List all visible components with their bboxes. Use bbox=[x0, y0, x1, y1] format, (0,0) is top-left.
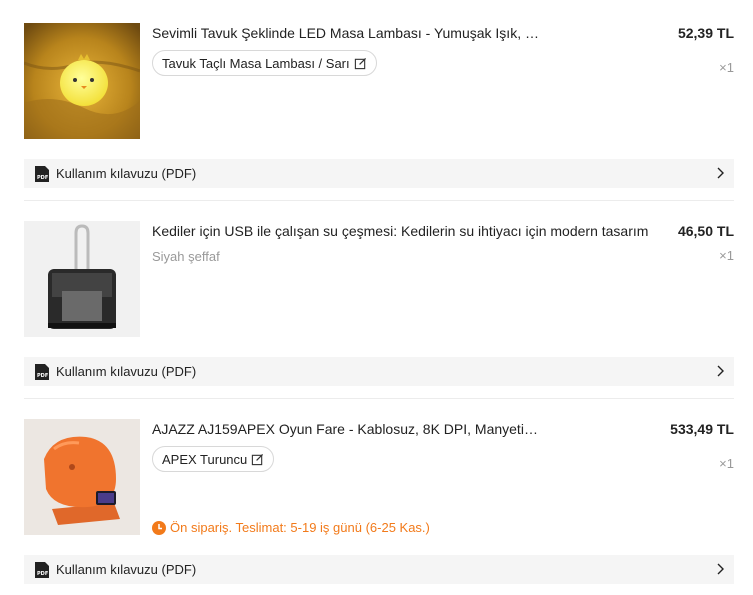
preorder-text: Ön sipariş. Teslimat: 5-19 iş günü (6-25… bbox=[170, 520, 430, 535]
svg-text:PDF: PDF bbox=[37, 175, 48, 181]
variant-label: Tavuk Taçlı Masa Lambası / Sarı bbox=[162, 55, 350, 71]
order-item: Kediler için USB ile çalışan su çeşmesi:… bbox=[24, 221, 734, 337]
user-manual-label: Kullanım kılavuzu (PDF) bbox=[56, 562, 197, 577]
product-title[interactable]: Kediler için USB ile çalışan su çeşmesi:… bbox=[152, 222, 662, 240]
user-manual-link[interactable]: PDF Kullanım kılavuzu (PDF) bbox=[24, 357, 734, 386]
variant-selector[interactable]: APEX Turuncu bbox=[152, 446, 275, 472]
product-image-gaming-mouse[interactable] bbox=[24, 419, 140, 535]
edit-icon bbox=[354, 57, 366, 69]
chevron-right-icon bbox=[717, 167, 724, 179]
product-price: 533,49 TL bbox=[670, 421, 734, 437]
product-quantity: ×1 bbox=[719, 248, 734, 263]
chevron-right-icon bbox=[717, 365, 724, 377]
item-divider bbox=[24, 200, 734, 201]
user-manual-label: Kullanım kılavuzu (PDF) bbox=[56, 364, 197, 379]
svg-text:PDF: PDF bbox=[37, 373, 48, 379]
svg-text:PDF: PDF bbox=[37, 571, 48, 577]
order-item: Sevimli Tavuk Şeklinde LED Masa Lambası … bbox=[24, 23, 734, 139]
product-image-water-fountain[interactable] bbox=[24, 221, 140, 337]
pdf-icon: PDF bbox=[35, 561, 49, 578]
product-quantity: ×1 bbox=[719, 456, 734, 471]
variant-selector[interactable]: Tavuk Taçlı Masa Lambası / Sarı bbox=[152, 50, 377, 76]
product-title[interactable]: AJAZZ AJ159APEX Oyun Fare - Kablosuz, 8K… bbox=[152, 420, 540, 438]
user-manual-link[interactable]: PDF Kullanım kılavuzu (PDF) bbox=[24, 159, 734, 188]
product-price: 52,39 TL bbox=[677, 25, 734, 41]
product-price: 46,50 TL bbox=[677, 223, 734, 239]
item-divider bbox=[24, 398, 734, 399]
variant-label: APEX Turuncu bbox=[162, 451, 248, 467]
clock-icon bbox=[152, 520, 166, 535]
variant-label: Siyah şeffaf bbox=[152, 249, 220, 264]
pdf-icon: PDF bbox=[35, 363, 49, 380]
chevron-right-icon bbox=[717, 563, 724, 575]
preorder-notice: Ön sipariş. Teslimat: 5-19 iş günü (6-25… bbox=[152, 520, 430, 535]
product-title[interactable]: Sevimli Tavuk Şeklinde LED Masa Lambası … bbox=[152, 24, 547, 42]
user-manual-link[interactable]: PDF Kullanım kılavuzu (PDF) bbox=[24, 555, 734, 584]
product-quantity: ×1 bbox=[719, 60, 734, 75]
pdf-icon: PDF bbox=[35, 165, 49, 182]
edit-icon bbox=[252, 453, 264, 465]
order-item: AJAZZ AJ159APEX Oyun Fare - Kablosuz, 8K… bbox=[24, 419, 734, 535]
product-image-chick-lamp[interactable] bbox=[24, 23, 140, 139]
user-manual-label: Kullanım kılavuzu (PDF) bbox=[56, 166, 197, 181]
